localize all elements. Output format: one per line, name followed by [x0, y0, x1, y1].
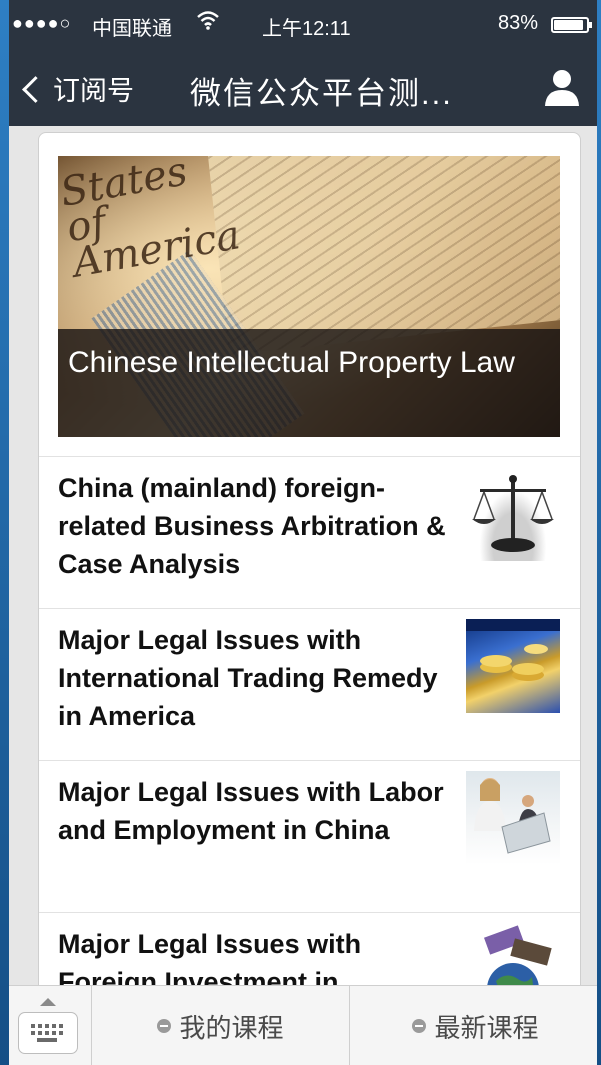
profile-icon[interactable]	[543, 68, 581, 108]
article-title: Major Legal Issues with International Tr…	[58, 625, 438, 731]
hero-article[interactable]: States of America Chinese Intellectual Pro…	[58, 156, 560, 437]
hero-caption: Chinese Intellectual Property Law	[68, 346, 515, 379]
status-bar: ●●●●○ 中国联通 上午12:11 83%	[9, 0, 597, 50]
back-button[interactable]: 订阅号	[22, 68, 134, 108]
keyboard-button[interactable]	[18, 1012, 78, 1054]
bottom-menu-bar: 我的课程 最新课程	[9, 985, 597, 1065]
back-label: 订阅号	[53, 75, 134, 106]
battery-percent: 83%	[498, 12, 539, 34]
phone-screen: ●●●●○ 中国联通 上午12:11 83% 订阅号 微信公众平台测... St…	[9, 0, 597, 1065]
office-thumbnail	[466, 771, 560, 865]
keyboard-icon	[31, 1024, 63, 1042]
signal-strength: ●●●●○	[12, 13, 72, 33]
menu-label: 我的课程	[179, 1012, 284, 1043]
menu-my-courses[interactable]: 我的课程	[92, 986, 349, 1065]
scales-thumbnail	[466, 467, 560, 561]
menu-dot-icon	[157, 1019, 172, 1033]
chevron-left-icon	[22, 75, 49, 103]
article-title: China (mainland) foreign-related Busines…	[58, 473, 446, 579]
desktop-edge-left	[0, 0, 9, 1065]
list-item[interactable]: Major Legal Issues with International Tr…	[39, 608, 580, 761]
menu-dot-icon	[412, 1019, 427, 1033]
menu-label: 最新课程	[434, 1012, 539, 1043]
nav-bar: 订阅号 微信公众平台测...	[9, 50, 597, 126]
list-item[interactable]: Major Legal Issues with Labor and Employ…	[39, 760, 580, 913]
page-title: 微信公众平台测...	[190, 76, 453, 111]
desktop-edge-right	[597, 0, 601, 1065]
carrier-name: 中国联通	[92, 18, 172, 40]
coins-thumbnail	[466, 619, 560, 713]
list-item[interactable]: China (mainland) foreign-related Busines…	[39, 456, 580, 609]
wifi-icon	[196, 9, 220, 37]
menu-latest-courses[interactable]: 最新课程	[350, 986, 597, 1065]
hero-caption-bar: Chinese Intellectual Property Law	[58, 329, 560, 437]
clock: 上午12:11	[262, 18, 351, 40]
article-title: Major Legal Issues with Labor and Employ…	[58, 777, 444, 845]
article-card: States of America Chinese Intellectual Pro…	[38, 132, 581, 1034]
battery-icon	[551, 17, 592, 33]
hero-image-script: States of America	[58, 156, 244, 287]
caret-up-icon	[40, 998, 56, 1006]
hero-image-document	[208, 156, 560, 355]
